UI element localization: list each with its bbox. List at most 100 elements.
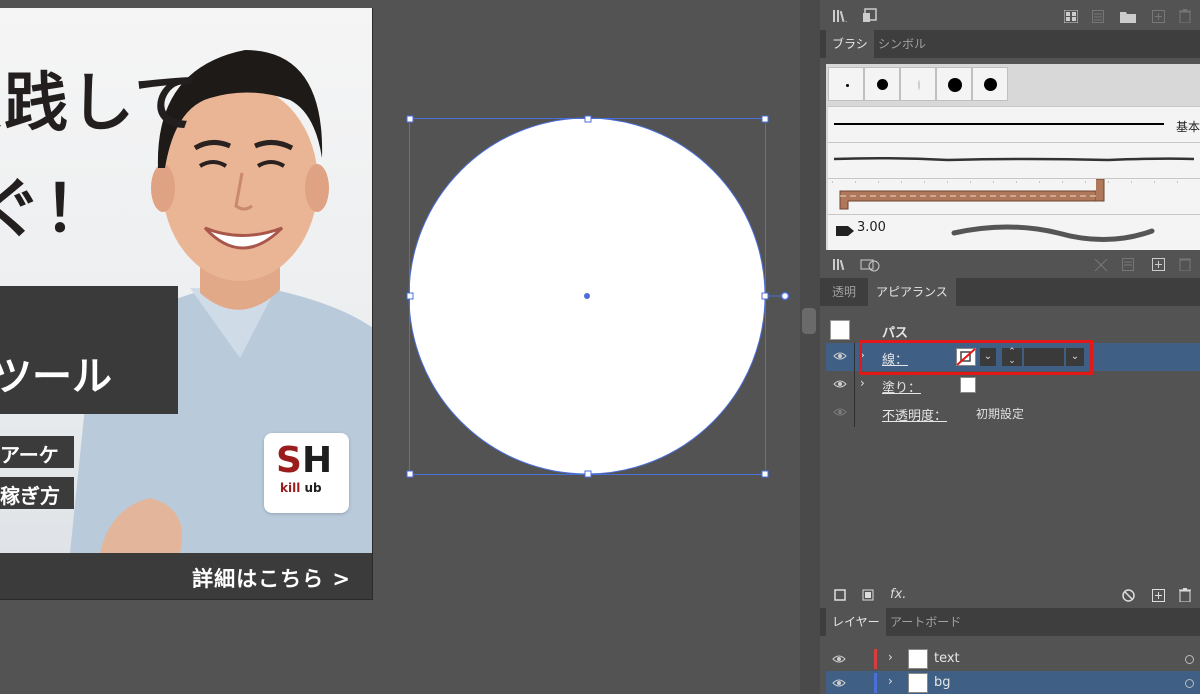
logo-subtext: kill ub <box>280 481 322 495</box>
tab-brush[interactable]: ブラシ <box>826 30 874 58</box>
stroke-row-highlight <box>859 340 1093 375</box>
layer-target-icon[interactable] <box>1185 655 1194 664</box>
add-fill-icon[interactable] <box>862 589 874 601</box>
tile-icon[interactable] <box>1064 10 1078 23</box>
selected-circle-object[interactable] <box>395 105 795 490</box>
appearance-title: パス <box>882 326 909 341</box>
fx-icon[interactable]: fx. <box>890 587 906 602</box>
brush-options-icon[interactable] <box>1122 258 1134 271</box>
brush-dot-2[interactable] <box>864 67 900 101</box>
handle-bottom-left[interactable] <box>406 470 414 478</box>
headline-line1: 実践して <box>0 67 201 141</box>
appearance-row-opacity[interactable]: 不透明度： 初期設定 <box>826 399 1200 427</box>
chevron-right-icon[interactable]: › <box>860 376 865 390</box>
object-thumbnail <box>830 320 850 340</box>
brush-calligraphic[interactable]: 3.00 <box>828 214 1200 254</box>
remove-stroke-icon[interactable] <box>1094 258 1108 272</box>
handle-top-left[interactable] <box>406 115 414 123</box>
logo-letter-s: S <box>276 440 302 481</box>
brush-library-icon[interactable] <box>832 258 848 271</box>
appearance-toolbar: fx. <box>820 581 1200 609</box>
handle-right[interactable] <box>761 292 769 300</box>
headline-line2: ぐ！ <box>0 173 110 247</box>
layer-color-swatch <box>874 673 877 693</box>
chevron-right-icon[interactable]: › <box>888 674 893 688</box>
handle-bottom-right[interactable] <box>761 470 769 478</box>
brush-library-menu-icon[interactable] <box>860 257 880 272</box>
add-stroke-icon[interactable] <box>834 589 846 601</box>
duplicate-item-icon[interactable] <box>1152 589 1165 602</box>
center-point <box>584 293 590 299</box>
layer-thumbnail <box>908 649 928 669</box>
svg-text:.: . <box>845 15 848 23</box>
artboard-banner[interactable]: 実践して ぐ！ ツール アーケ 稼ぎ方 SH kill ub 詳細はこちら > <box>0 8 373 600</box>
tab-appearance[interactable]: アピアランス <box>868 278 956 306</box>
handle-bottom[interactable] <box>584 470 592 478</box>
delete-item-icon[interactable] <box>1179 588 1191 602</box>
handle-top[interactable] <box>584 115 592 123</box>
eye-icon[interactable] <box>833 405 847 419</box>
list-icon[interactable] <box>1092 10 1104 23</box>
layers-tabbar: レイヤー アートボード <box>820 608 1200 636</box>
new-brush-icon[interactable] <box>1152 258 1165 271</box>
layer-color-swatch <box>874 649 877 669</box>
tag-label-2: 稼ぎ方 <box>0 477 74 509</box>
eye-icon[interactable] <box>833 377 847 391</box>
layer-row-bg[interactable]: › bg <box>826 671 1200 694</box>
layer-row-text[interactable]: › text <box>826 647 1200 671</box>
logo-mark: SH <box>276 441 332 481</box>
layer-name[interactable]: bg <box>934 675 951 690</box>
handle-top-right[interactable] <box>761 115 769 123</box>
fill-label[interactable]: 塗り： <box>882 377 921 396</box>
brush-size-label: 3.00 <box>857 220 886 235</box>
library-toolbar: . <box>820 2 1200 30</box>
illustrator-workspace: 実践して ぐ！ ツール アーケ 稼ぎ方 SH kill ub 詳細はこちら > <box>0 0 1200 694</box>
appearance-row-fill[interactable]: › 塗り： <box>826 371 1200 399</box>
fill-swatch[interactable] <box>960 377 976 393</box>
logo-letter-h: H <box>301 440 333 481</box>
chevron-right-icon[interactable]: › <box>888 650 893 664</box>
pencil-tip-icon <box>836 226 854 236</box>
place-icon[interactable] <box>862 8 878 24</box>
tag-label-1-text: アーケ <box>0 443 59 467</box>
corner-widget-handle[interactable] <box>780 291 790 301</box>
brush-tabbar: ブラシ シンボル <box>820 30 1200 58</box>
cta-bar: 詳細はこちら > <box>0 553 372 599</box>
brush-chalk[interactable] <box>828 142 1200 178</box>
skillhub-logo: SH kill ub <box>264 433 349 513</box>
tab-layers[interactable]: レイヤー <box>826 608 886 636</box>
layer-target-icon[interactable] <box>1185 679 1194 688</box>
library-icon[interactable]: . <box>832 9 850 23</box>
eye-icon[interactable] <box>832 676 846 690</box>
logo-sub-red: kill <box>280 481 301 495</box>
tab-transparency[interactable]: 透明 <box>826 278 862 306</box>
handle-left[interactable] <box>406 292 414 300</box>
clear-appearance-icon[interactable] <box>1122 589 1135 602</box>
brush-basic[interactable]: 基本 <box>828 106 1200 142</box>
appearance-tabbar: 透明 アピアランス <box>820 278 1200 306</box>
eye-icon[interactable] <box>833 349 847 363</box>
brush-toolbar <box>820 250 1200 278</box>
brush-dot-4[interactable] <box>936 67 972 101</box>
scrollbar-thumb[interactable] <box>802 308 816 334</box>
panel-divider <box>800 0 820 694</box>
tab-symbol[interactable]: シンボル <box>872 30 932 58</box>
brush-dot-1[interactable] <box>828 67 864 101</box>
trash-icon[interactable] <box>1179 9 1191 23</box>
opacity-value: 初期設定 <box>976 407 1025 421</box>
tag-label-2-text: 稼ぎ方 <box>0 484 60 508</box>
folder-icon[interactable] <box>1120 10 1136 23</box>
add-icon[interactable] <box>1152 10 1165 23</box>
brush-basic-label: 基本 <box>1173 118 1200 135</box>
eye-icon[interactable] <box>832 652 846 666</box>
layer-name[interactable]: text <box>934 651 960 666</box>
tab-artboards[interactable]: アートボード <box>884 608 967 636</box>
canvas-area[interactable]: 実践して ぐ！ ツール アーケ 稼ぎ方 SH kill ub 詳細はこちら > <box>0 0 800 694</box>
delete-brush-icon[interactable] <box>1179 257 1191 271</box>
brush-dot-3[interactable] <box>900 67 936 101</box>
brush-pattern[interactable] <box>828 178 1200 214</box>
brush-dot-5[interactable] <box>972 67 1008 101</box>
opacity-label[interactable]: 不透明度： <box>882 405 947 424</box>
detail-link: 詳細はこちら > <box>192 567 351 591</box>
logo-sub-dark: ub <box>300 481 322 495</box>
